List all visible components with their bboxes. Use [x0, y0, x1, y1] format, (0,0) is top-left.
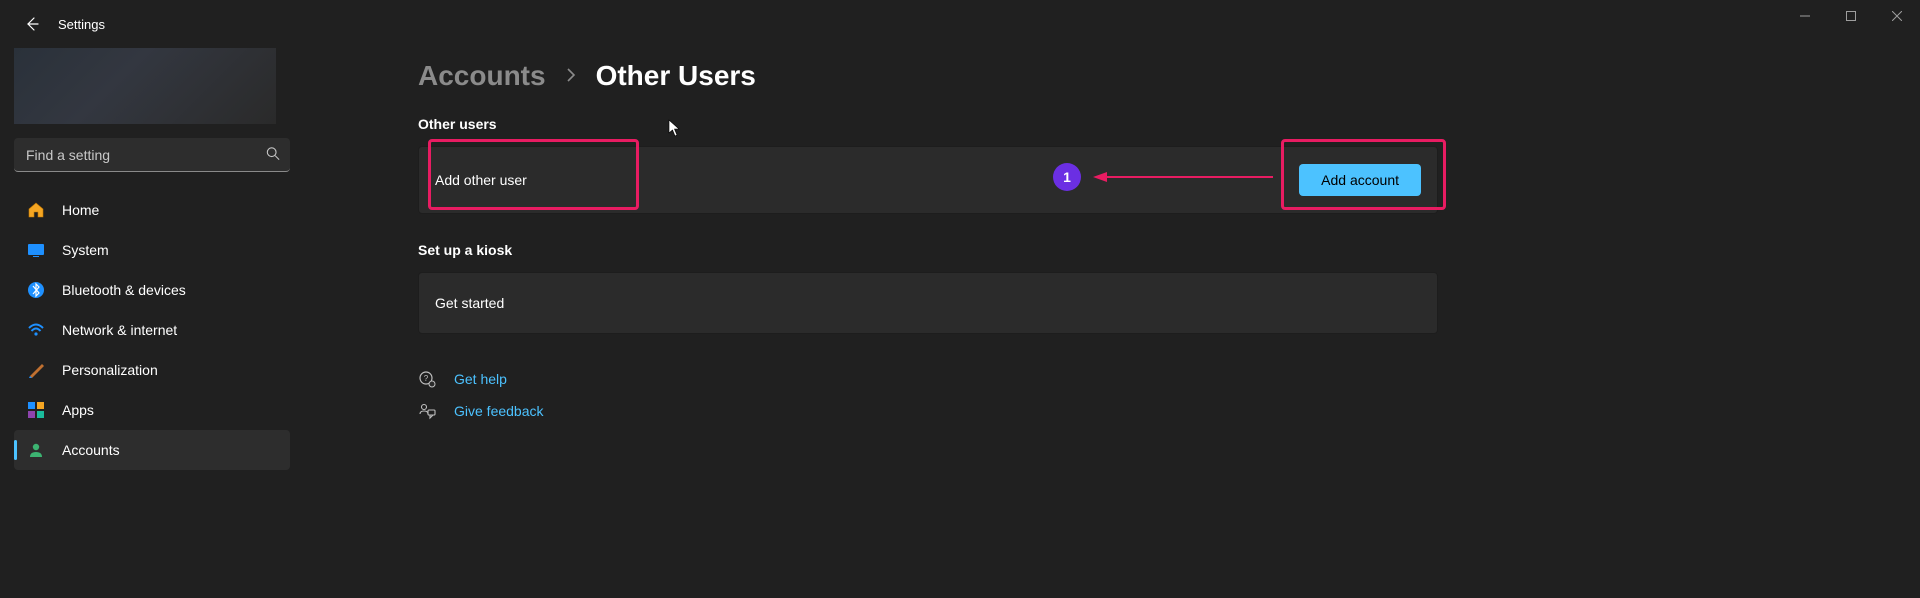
- sidebar-item-label: Network & internet: [62, 322, 177, 338]
- kiosk-get-started-row[interactable]: Get started: [418, 272, 1438, 334]
- feedback-icon: [418, 402, 436, 420]
- close-button[interactable]: [1874, 0, 1920, 32]
- sidebar-item-accounts[interactable]: Accounts: [14, 430, 290, 470]
- svg-text:?: ?: [424, 374, 429, 383]
- sidebar-item-label: Accounts: [62, 442, 120, 458]
- sidebar-item-label: Personalization: [62, 362, 158, 378]
- minimize-button[interactable]: [1782, 0, 1828, 32]
- breadcrumb: Accounts Other Users: [418, 60, 1920, 92]
- search-icon: [266, 147, 280, 164]
- sidebar-item-label: Bluetooth & devices: [62, 282, 186, 298]
- give-feedback-text: Give feedback: [454, 403, 544, 419]
- sidebar: Home System Bluetooth & devices Network …: [0, 48, 304, 598]
- sidebar-item-bluetooth[interactable]: Bluetooth & devices: [14, 270, 290, 310]
- sidebar-item-apps[interactable]: Apps: [14, 390, 290, 430]
- window-controls: [1782, 0, 1920, 32]
- add-other-user-label: Add other user: [435, 172, 527, 188]
- display-icon: [26, 240, 46, 260]
- sidebar-item-label: Home: [62, 202, 99, 218]
- wifi-icon: [26, 320, 46, 340]
- apps-icon: [26, 400, 46, 420]
- arrow-left-icon: [24, 16, 40, 32]
- nav-list: Home System Bluetooth & devices Network …: [14, 190, 290, 470]
- chevron-right-icon: [564, 65, 578, 88]
- sidebar-item-label: System: [62, 242, 109, 258]
- kiosk-get-started-label: Get started: [435, 295, 504, 311]
- profile-banner[interactable]: [14, 48, 276, 124]
- sidebar-item-label: Apps: [62, 402, 94, 418]
- close-icon: [1892, 11, 1902, 21]
- add-other-user-row: Add other user Add account: [418, 146, 1438, 214]
- help-icon: ?: [418, 370, 436, 388]
- breadcrumb-parent[interactable]: Accounts: [418, 60, 546, 92]
- maximize-icon: [1846, 11, 1856, 21]
- footer-links: ? Get help Give feedback: [418, 370, 1920, 420]
- section-heading-other-users: Other users: [418, 116, 1920, 132]
- sidebar-item-personalization[interactable]: Personalization: [14, 350, 290, 390]
- back-button[interactable]: [16, 8, 48, 40]
- section-heading-kiosk: Set up a kiosk: [418, 242, 1920, 258]
- add-account-button[interactable]: Add account: [1299, 164, 1421, 196]
- search-wrap: [14, 138, 290, 172]
- sidebar-item-system[interactable]: System: [14, 230, 290, 270]
- window-title: Settings: [58, 17, 105, 32]
- breadcrumb-current: Other Users: [596, 60, 756, 92]
- minimize-icon: [1800, 11, 1810, 21]
- main-content: Accounts Other Users Other users Add oth…: [304, 48, 1920, 598]
- sidebar-item-network[interactable]: Network & internet: [14, 310, 290, 350]
- home-icon: [26, 200, 46, 220]
- sidebar-item-home[interactable]: Home: [14, 190, 290, 230]
- brush-icon: [26, 360, 46, 380]
- titlebar: Settings: [0, 0, 1920, 48]
- give-feedback-link[interactable]: Give feedback: [418, 402, 1920, 420]
- person-icon: [26, 440, 46, 460]
- get-help-text: Get help: [454, 371, 507, 387]
- get-help-link[interactable]: ? Get help: [418, 370, 1920, 388]
- search-input[interactable]: [14, 138, 290, 172]
- bluetooth-icon: [26, 280, 46, 300]
- maximize-button[interactable]: [1828, 0, 1874, 32]
